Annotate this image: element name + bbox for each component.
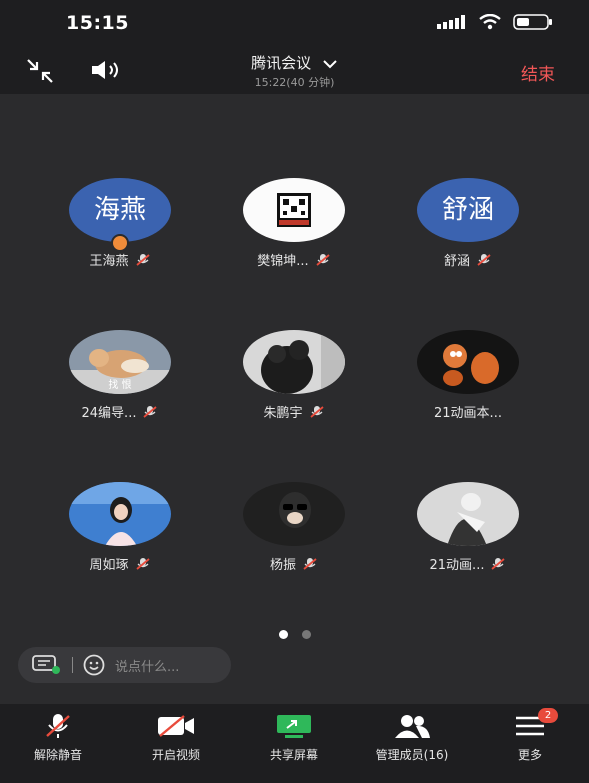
participant-name: 24编导... (81, 406, 137, 421)
end-meeting-button[interactable]: 结束 (521, 60, 555, 85)
manage-members-label: 管理成员(16) (375, 748, 449, 762)
avatar (243, 482, 345, 546)
page-indicator[interactable] (0, 630, 589, 639)
mic-off-icon (46, 714, 70, 738)
avatar: 舒涵 (417, 178, 519, 242)
start-video-button[interactable]: 开启视频 (126, 712, 226, 763)
status-bar: 15:15 (0, 0, 589, 46)
meeting-duration: 15:22(40 分钟) (254, 76, 335, 89)
participant-name: 周如琢 (89, 558, 129, 573)
avatar (417, 330, 519, 394)
share-screen-icon (277, 715, 311, 738)
manage-members-button[interactable]: 管理成员(16) (362, 712, 462, 763)
chat-input-placeholder[interactable]: 说点什么... (115, 656, 179, 675)
participant-name: 朱鹏宇 (263, 406, 303, 421)
page-dot-active[interactable] (278, 630, 288, 639)
bottom-toolbar: 解除静音 开启视频 共享屏幕 管理成员(16) 2 更多 (0, 704, 589, 783)
illustration-avatar (417, 330, 519, 394)
avatar: 找 恨 (69, 330, 171, 394)
unmute-button[interactable]: 解除静音 (8, 712, 108, 763)
share-screen-button[interactable]: 共享屏幕 (244, 712, 344, 763)
meeting-header: 腾讯会议 15:22(40 分钟) 结束 (0, 46, 589, 94)
meeting-title[interactable]: 腾讯会议 (0, 52, 589, 73)
participant-name: 杨振 (269, 558, 296, 573)
qr-avatar-icon (277, 193, 311, 227)
participant-tile[interactable]: 周如琢 (22, 482, 218, 573)
mic-muted-icon (309, 405, 324, 418)
girl-photo-avatar (69, 482, 171, 546)
status-time: 15:15 (66, 12, 129, 34)
members-icon (395, 715, 430, 738)
emoji-icon[interactable] (83, 654, 105, 676)
participant-tile[interactable]: 樊锦坤... (196, 178, 392, 269)
host-badge-icon (111, 234, 129, 252)
start-video-label: 开启视频 (151, 748, 200, 762)
page-dot[interactable] (301, 630, 311, 639)
mic-muted-icon (491, 557, 506, 570)
participant-name: 21动画... (429, 558, 485, 573)
participant-name: 21动画本... (434, 406, 502, 421)
participant-tile[interactable]: 舒涵 舒涵 (370, 178, 566, 269)
anime-avatar (417, 482, 519, 546)
mic-muted-icon (316, 253, 330, 266)
chat-bar[interactable]: 说点什么... (18, 647, 231, 683)
status-icons (437, 14, 553, 30)
divider (72, 657, 73, 673)
avatar (69, 482, 171, 546)
sunglasses-photo-avatar (243, 482, 345, 546)
mic-muted-icon (477, 253, 491, 266)
share-screen-label: 共享屏幕 (269, 748, 318, 762)
mic-muted-icon (135, 557, 150, 570)
participant-tile[interactable]: 21动画... (370, 482, 566, 573)
participant-tile[interactable]: 21动画本... (370, 330, 566, 421)
couple-photo-avatar (243, 330, 345, 394)
avatar-overlay-text: 找 恨 (108, 380, 132, 391)
participant-name: 舒涵 (443, 254, 470, 269)
participant-name: 樊锦坤... (257, 254, 309, 269)
wifi-icon (479, 14, 501, 30)
participant-tile[interactable]: 找 恨 24编导... (22, 330, 218, 421)
participant-grid: 海燕 王海燕 樊锦坤... 舒涵 舒涵 找 恨 24编导... 朱鹏宇 21动画… (0, 94, 589, 614)
participant-tile[interactable]: 朱鹏宇 (196, 330, 392, 421)
more-label: 更多 (517, 748, 542, 762)
avatar (243, 330, 345, 394)
signal-icon (437, 15, 465, 29)
camera-off-icon (158, 715, 194, 737)
avatar (417, 482, 519, 546)
more-button[interactable]: 2 更多 (480, 708, 580, 763)
chevron-down-icon (323, 59, 337, 68)
chat-bubble-icon[interactable] (32, 655, 62, 675)
avatar (243, 178, 345, 242)
participant-name: 王海燕 (89, 254, 129, 269)
mic-muted-icon (135, 253, 150, 266)
meeting-title-text: 腾讯会议 (251, 54, 312, 72)
participant-tile[interactable]: 海燕 王海燕 (22, 178, 218, 269)
avatar: 海燕 (69, 178, 171, 242)
mic-muted-icon (303, 557, 317, 570)
participant-tile[interactable]: 杨振 (196, 482, 392, 573)
mic-muted-icon (143, 405, 158, 418)
notification-badge: 2 (538, 708, 558, 723)
unmute-label: 解除静音 (33, 748, 82, 762)
battery-icon (513, 14, 552, 30)
